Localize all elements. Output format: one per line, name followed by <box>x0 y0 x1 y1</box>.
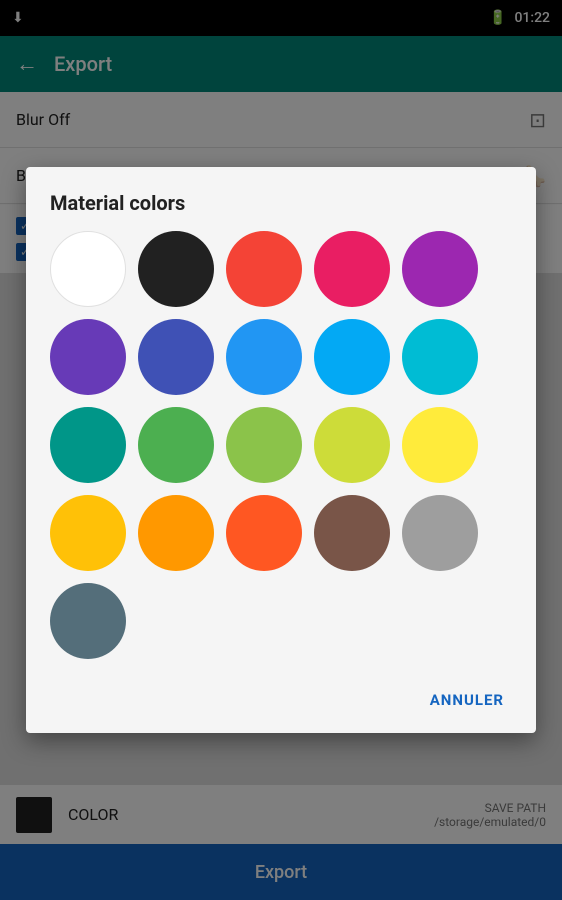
color-row-4 <box>50 583 512 659</box>
color-circle-3-1[interactable] <box>138 495 214 571</box>
color-row-0 <box>50 231 512 307</box>
color-row-2 <box>50 407 512 483</box>
material-colors-dialog: Material colors ANNULER <box>26 167 536 733</box>
color-circle-1-0[interactable] <box>50 319 126 395</box>
color-circle-0-2[interactable] <box>226 231 302 307</box>
color-circle-0-0[interactable] <box>50 231 126 307</box>
color-circle-2-2[interactable] <box>226 407 302 483</box>
color-grid <box>26 231 536 675</box>
color-circle-3-0[interactable] <box>50 495 126 571</box>
color-circle-4-0[interactable] <box>50 583 126 659</box>
color-circle-0-1[interactable] <box>138 231 214 307</box>
color-circle-2-4[interactable] <box>402 407 478 483</box>
color-circle-0-4[interactable] <box>402 231 478 307</box>
cancel-button[interactable]: ANNULER <box>414 683 520 717</box>
color-circle-1-4[interactable] <box>402 319 478 395</box>
modal-overlay: Material colors ANNULER <box>0 0 562 900</box>
color-circle-2-1[interactable] <box>138 407 214 483</box>
dialog-title: Material colors <box>26 167 536 231</box>
color-circle-1-3[interactable] <box>314 319 390 395</box>
color-circle-3-4[interactable] <box>402 495 478 571</box>
color-circle-1-2[interactable] <box>226 319 302 395</box>
dialog-actions: ANNULER <box>26 675 536 733</box>
color-circle-2-3[interactable] <box>314 407 390 483</box>
color-circle-0-3[interactable] <box>314 231 390 307</box>
color-row-1 <box>50 319 512 395</box>
color-row-3 <box>50 495 512 571</box>
color-circle-1-1[interactable] <box>138 319 214 395</box>
color-circle-2-0[interactable] <box>50 407 126 483</box>
color-circle-3-3[interactable] <box>314 495 390 571</box>
color-circle-3-2[interactable] <box>226 495 302 571</box>
